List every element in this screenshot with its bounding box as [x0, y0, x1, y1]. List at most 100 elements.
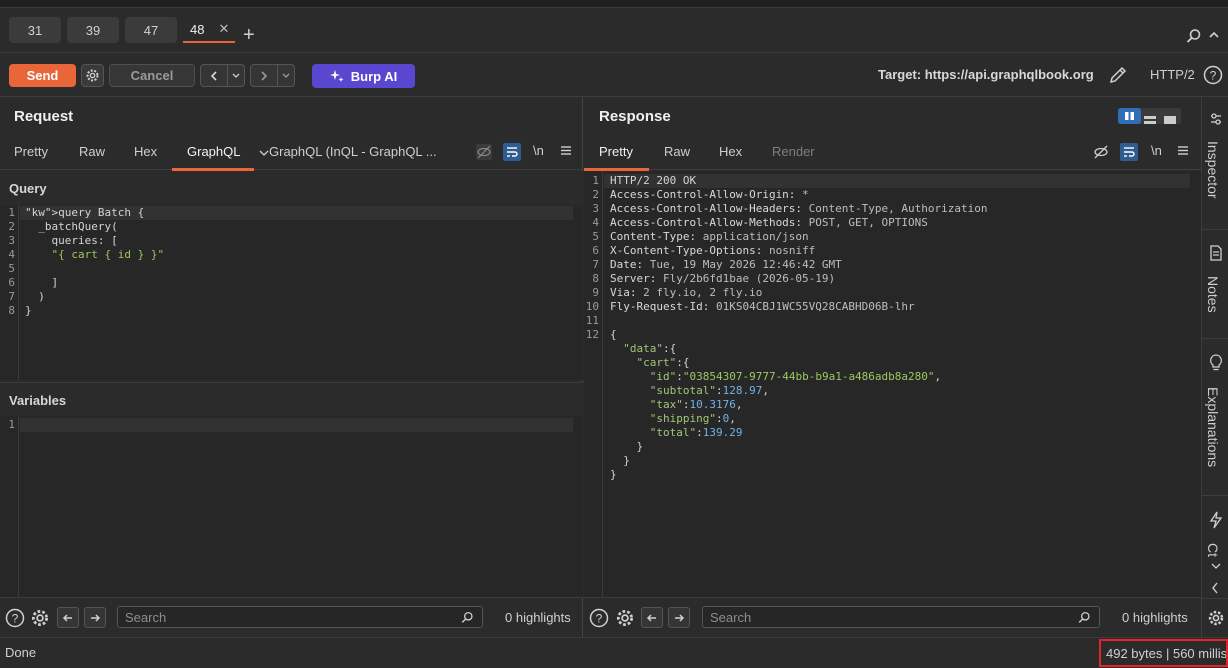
back-button[interactable]: [201, 65, 229, 86]
code-line: }: [610, 454, 630, 467]
back-dropdown-button[interactable]: [228, 65, 244, 86]
search-icon: [461, 611, 473, 623]
menu-icon[interactable]: [559, 143, 573, 160]
tab-raw[interactable]: Raw: [79, 144, 105, 159]
status-bar: Done 492 bytes | 560 millis: [0, 637, 1228, 668]
notes-icon[interactable]: [1209, 245, 1223, 264]
search-previous-button[interactable]: [641, 607, 663, 628]
help-icon[interactable]: ?: [1203, 65, 1223, 88]
search-icon: [1078, 611, 1090, 623]
search-next-button[interactable]: [84, 607, 106, 628]
line-number: 4: [8, 248, 15, 261]
gear-icon[interactable]: [615, 608, 635, 631]
menu-icon[interactable]: [1176, 143, 1190, 160]
response-search-bar: ? Search 0 highlights: [584, 597, 1201, 637]
line-number: 8: [8, 304, 15, 317]
gear-icon[interactable]: [1207, 609, 1225, 630]
single-layout-icon[interactable]: [1164, 112, 1176, 127]
sidebar-divider: [1202, 229, 1228, 230]
close-tab-icon[interactable]: ✕: [218, 21, 229, 37]
tab-pretty[interactable]: Pretty: [14, 144, 48, 159]
chevron-down-icon[interactable]: [1210, 559, 1222, 574]
tab-raw[interactable]: Raw: [664, 144, 690, 159]
tab-hex[interactable]: Hex: [719, 144, 742, 159]
tab-hex[interactable]: Hex: [134, 144, 157, 159]
code-line: }: [610, 468, 617, 481]
code-line: "total":139.29: [649, 426, 743, 439]
side-by-side-layout-icon[interactable]: [1118, 108, 1141, 124]
tab-render[interactable]: Render: [772, 144, 815, 159]
wrap-lines-icon[interactable]: [503, 143, 521, 164]
line-number: 9: [592, 286, 599, 299]
line-number: 3: [8, 234, 15, 247]
http-version-toggle[interactable]: HTTP/2: [1150, 67, 1195, 82]
sidebar-item-inspector[interactable]: Inspector: [1205, 141, 1221, 199]
sparkle-icon: [329, 70, 344, 82]
sidebar-item-notes[interactable]: Notes: [1205, 276, 1221, 313]
line-number: 6: [8, 276, 15, 289]
search-input[interactable]: Search: [117, 606, 483, 628]
query-editor[interactable]: 1 "kw">query Batch {2 _batchQuery(3 queri…: [0, 205, 583, 380]
search-previous-button[interactable]: [57, 607, 79, 628]
line-number: 6: [592, 244, 599, 257]
chevron-down-icon: [259, 150, 269, 156]
help-icon[interactable]: ?: [589, 608, 609, 631]
tab-39[interactable]: 39: [67, 17, 119, 43]
code-line: Server: Fly/2b6fd1bae (2026-05-19): [610, 272, 836, 285]
code-line: ]: [25, 276, 59, 289]
line-number: 10: [585, 300, 599, 313]
newline-toggle[interactable]: \n: [1151, 143, 1162, 158]
search-input[interactable]: Search: [702, 606, 1100, 628]
search-icon[interactable]: [1186, 28, 1202, 47]
search-next-button[interactable]: [668, 607, 690, 628]
code-line: Access-Control-Allow-Headers: Content-Ty…: [610, 202, 988, 215]
burp-ai-button[interactable]: Burp AI: [312, 64, 415, 88]
line-number: 4: [592, 216, 599, 229]
response-size-timing: 492 bytes | 560 millis: [1099, 639, 1228, 667]
highlights-count: 0 highlights: [1122, 610, 1188, 625]
request-pane: Request Pretty Raw Hex GraphQL GraphQL (…: [0, 97, 583, 637]
tab-31[interactable]: 31: [9, 17, 61, 43]
code-line: Via: 2 fly.io, 2 fly.io: [610, 286, 763, 299]
chevron-up-icon[interactable]: [1208, 28, 1220, 45]
cancel-button[interactable]: Cancel: [109, 64, 195, 87]
layout-toggle[interactable]: [1118, 108, 1181, 124]
variables-editor[interactable]: 1: [0, 416, 583, 597]
stacked-layout-icon[interactable]: [1144, 112, 1156, 127]
newline-toggle[interactable]: \n: [533, 143, 544, 158]
lightbulb-icon[interactable]: [1208, 354, 1224, 375]
send-settings-button[interactable]: [81, 64, 104, 87]
request-title: Request: [14, 108, 74, 125]
window-top-strip: [0, 0, 1228, 8]
tab-pretty[interactable]: Pretty: [599, 144, 633, 159]
inspector-icon[interactable]: [1209, 112, 1223, 129]
tab-graphql[interactable]: GraphQL: [187, 144, 240, 159]
hide-nonprintable-icon[interactable]: [1092, 143, 1110, 164]
chevron-down-icon: [282, 73, 290, 78]
hide-nonprintable-icon[interactable]: [475, 143, 493, 164]
line-number: 11: [585, 314, 599, 327]
chevron-left-icon: [211, 70, 217, 81]
sidebar-item-ct[interactable]: Ct: [1205, 543, 1221, 557]
arrow-right-icon: [91, 613, 101, 622]
svg-text:?: ?: [12, 612, 19, 626]
forward-button[interactable]: [251, 65, 279, 86]
edit-target-icon[interactable]: [1108, 65, 1128, 88]
history-back-group: [200, 64, 245, 87]
response-view-tabs: Pretty Raw Hex Render \n: [584, 135, 1201, 171]
tab-47[interactable]: 47: [125, 17, 177, 43]
sidebar-item-explanations[interactable]: Explanations: [1205, 387, 1221, 467]
response-viewer[interactable]: 1 HTTP/2 200 OK 2 Access-Control-Allow-Orig…: [584, 171, 1201, 597]
help-icon[interactable]: ?: [5, 608, 25, 631]
lightning-icon[interactable]: [1209, 511, 1223, 532]
code-line: {: [610, 328, 617, 341]
chevron-left-icon[interactable]: [1210, 581, 1220, 598]
forward-dropdown-button[interactable]: [278, 65, 294, 86]
send-button[interactable]: Send: [9, 64, 76, 87]
tab-48[interactable]: 48 ✕: [183, 17, 235, 43]
wrap-lines-icon[interactable]: [1120, 143, 1138, 164]
add-tab-icon[interactable]: +: [243, 25, 255, 45]
gear-icon[interactable]: [30, 608, 50, 631]
tab-inql[interactable]: GraphQL (InQL - GraphQL ...: [259, 144, 437, 159]
sidebar-divider: [1202, 495, 1228, 496]
